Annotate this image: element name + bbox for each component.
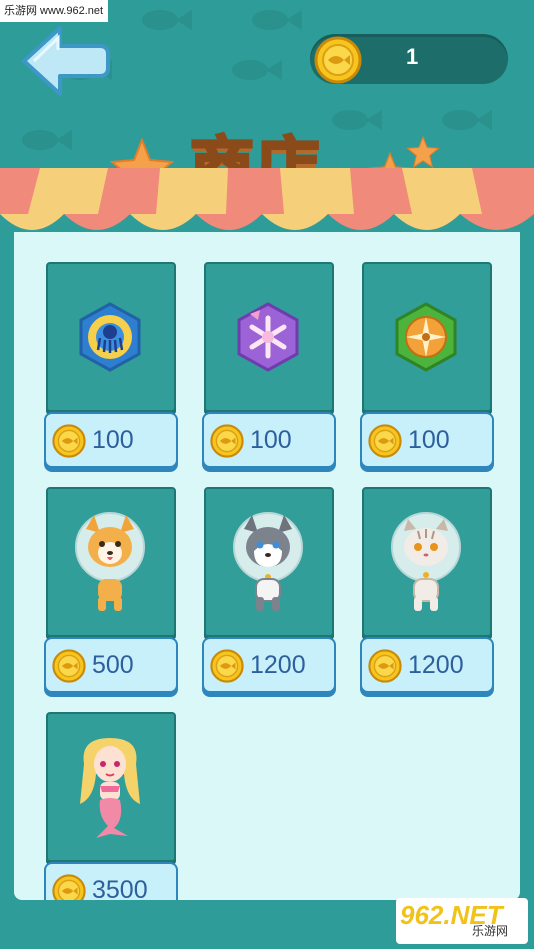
price-button[interactable]: 1200 xyxy=(202,637,336,693)
price-label: 1200 xyxy=(250,651,306,679)
coin-counter: 1 xyxy=(310,34,508,84)
coin-icon xyxy=(210,649,244,683)
price-button[interactable]: 100 xyxy=(202,412,336,468)
back-arrow-button[interactable] xyxy=(20,22,112,100)
husky-astronaut-icon xyxy=(233,512,303,611)
coin-icon xyxy=(368,649,402,683)
shop-panel: 100 100 100 500 1200 1200 3500 xyxy=(14,232,520,900)
price-label: 500 xyxy=(92,651,134,679)
coin-count: 1 xyxy=(406,44,419,69)
price-label: 3500 xyxy=(92,876,148,900)
coin-icon xyxy=(368,424,402,458)
cat-astronaut-icon xyxy=(391,512,461,611)
price-button[interactable]: 500 xyxy=(44,637,178,693)
site-watermark: 乐游网 www.962.net xyxy=(0,0,108,22)
coin-icon xyxy=(52,424,86,458)
price-label: 100 xyxy=(92,426,134,454)
compass-badge-icon xyxy=(395,302,457,372)
corgi-astronaut-icon xyxy=(75,512,145,611)
price-label: 1200 xyxy=(408,651,464,679)
price-button[interactable]: 100 xyxy=(44,412,178,468)
price-label: 100 xyxy=(408,426,450,454)
coin-icon xyxy=(52,874,86,900)
star-icon xyxy=(406,136,440,168)
price-label: 100 xyxy=(250,426,292,454)
price-button[interactable]: 100 xyxy=(360,412,494,468)
logo-subtitle: 乐游网 xyxy=(472,924,509,938)
price-button[interactable]: 3500 xyxy=(44,862,178,900)
coin-icon xyxy=(314,36,362,84)
mermaid-icon xyxy=(80,738,140,838)
coin-icon xyxy=(52,649,86,683)
coin-icon xyxy=(210,424,244,458)
snowflake-badge-icon xyxy=(237,302,299,372)
octopus-badge-icon xyxy=(79,302,141,372)
price-button[interactable]: 1200 xyxy=(360,637,494,693)
site-logo-watermark: 962.NET 乐游网 xyxy=(396,898,528,944)
